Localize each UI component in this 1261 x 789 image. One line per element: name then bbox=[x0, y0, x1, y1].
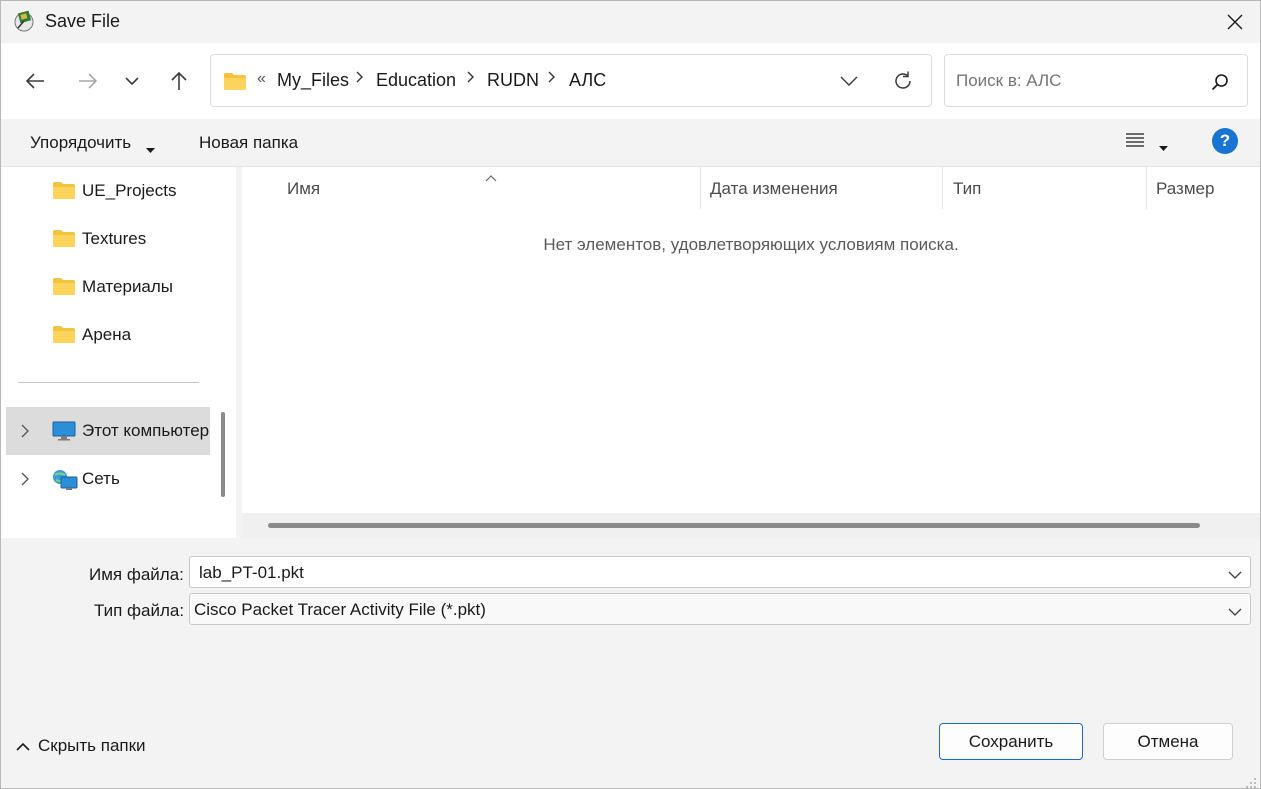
command-bar: Упорядочить Новая папка ? bbox=[1, 119, 1260, 167]
filetype-label: Тип файла: bbox=[94, 601, 185, 620]
chevron-down-icon bbox=[840, 76, 858, 86]
chevron-right-icon[interactable] bbox=[21, 471, 29, 491]
folder-icon bbox=[52, 229, 76, 253]
refresh-icon bbox=[895, 71, 911, 89]
breadcrumb-separator-icon bbox=[548, 70, 556, 89]
column-header-name[interactable]: Имя bbox=[287, 179, 320, 199]
folder-icon bbox=[223, 72, 247, 96]
title-bar: Save File bbox=[1, 1, 1260, 43]
filename-input[interactable]: lab_PT-01.pkt bbox=[199, 563, 304, 583]
close-button[interactable] bbox=[1217, 5, 1253, 39]
computer-icon bbox=[52, 421, 76, 446]
chevron-down-icon[interactable] bbox=[1228, 565, 1242, 585]
sidebar-divider bbox=[18, 382, 199, 383]
sidebar-item-label: Материалы bbox=[82, 277, 174, 296]
network-icon bbox=[52, 469, 78, 496]
caret-down-icon[interactable] bbox=[146, 139, 155, 159]
breadcrumb-item-rudn[interactable]: RUDN bbox=[487, 70, 539, 91]
folder-icon bbox=[52, 181, 76, 205]
column-header-date-modified[interactable]: Дата изменения bbox=[710, 179, 838, 199]
sidebar-item-label: Этот компьютер bbox=[82, 421, 210, 440]
breadcrumb-item-education[interactable]: Education bbox=[376, 70, 456, 91]
sidebar-item-label: Textures bbox=[82, 229, 147, 248]
packet-tracer-app-icon bbox=[13, 9, 37, 33]
empty-list-message: Нет элементов, удовлетворяющих условиям … bbox=[543, 235, 959, 254]
filename-label: Имя файла: bbox=[89, 565, 184, 584]
up-button[interactable] bbox=[163, 65, 195, 97]
breadcrumb-item-current[interactable]: АЛС bbox=[569, 70, 606, 91]
breadcrumb-item-my-files[interactable]: My_Files bbox=[277, 70, 349, 91]
column-header-size[interactable]: Размер bbox=[1156, 179, 1214, 199]
file-list: Имя Дата изменения Тип Размер Нет элемен… bbox=[242, 167, 1260, 538]
arrow-left-icon bbox=[25, 73, 44, 89]
chevron-right-icon[interactable] bbox=[21, 423, 29, 443]
sidebar-item-materials[interactable]: Материалы bbox=[1, 263, 210, 311]
horizontal-scrollbar-thumb[interactable] bbox=[268, 523, 1200, 528]
sidebar-item-ue-projects[interactable]: UE_Projects bbox=[1, 167, 210, 215]
column-header-type[interactable]: Тип bbox=[953, 179, 981, 199]
address-bar[interactable]: « My_Files Education RUDN АЛС bbox=[210, 54, 932, 107]
chevron-down-icon[interactable] bbox=[1228, 602, 1242, 622]
save-file-dialog: Save File « My_Files Education RUDN АЛС … bbox=[0, 0, 1261, 789]
back-button[interactable] bbox=[19, 65, 51, 97]
arrow-up-icon bbox=[171, 71, 187, 90]
search-input[interactable] bbox=[956, 71, 1196, 91]
navigation-pane: UE_Projects Textures Материалы Арена Это… bbox=[1, 167, 236, 538]
caret-down-icon[interactable] bbox=[1159, 137, 1168, 157]
hide-folders-label: Скрыть папки bbox=[38, 736, 146, 755]
sidebar-item-label: Сеть bbox=[82, 469, 120, 488]
new-folder-button[interactable]: Новая папка bbox=[199, 133, 298, 153]
view-options-icon[interactable] bbox=[1125, 131, 1149, 155]
arrow-right-icon bbox=[79, 73, 98, 89]
sidebar-item-label: Арена bbox=[82, 325, 132, 344]
refresh-button[interactable] bbox=[891, 69, 915, 93]
filetype-select[interactable]: Cisco Packet Tracer Activity File (*.pkt… bbox=[189, 593, 1251, 625]
dialog-footer: Скрыть папки Сохранить Отмена bbox=[1, 688, 1260, 788]
resize-grip-icon[interactable] bbox=[1245, 774, 1257, 789]
window-title: Save File bbox=[45, 11, 121, 31]
column-divider[interactable] bbox=[700, 167, 701, 209]
hide-folders-toggle[interactable]: Скрыть папки bbox=[16, 736, 146, 756]
column-divider[interactable] bbox=[1146, 167, 1147, 209]
forward-button[interactable] bbox=[72, 65, 104, 97]
address-history-dropdown[interactable] bbox=[837, 69, 861, 93]
recent-locations-button[interactable] bbox=[116, 65, 148, 97]
sidebar-item-textures[interactable]: Textures bbox=[1, 215, 210, 263]
navigation-bar: « My_Files Education RUDN АЛС bbox=[1, 43, 1260, 119]
sidebar-item-this-pc[interactable]: Этот компьютер bbox=[6, 407, 210, 455]
sidebar-scrollbar[interactable] bbox=[221, 412, 225, 497]
folder-icon bbox=[52, 277, 76, 301]
sidebar-item-label: UE_Projects bbox=[82, 181, 177, 200]
folder-icon bbox=[52, 325, 76, 349]
breadcrumb-separator-icon bbox=[467, 70, 475, 89]
search-icon[interactable] bbox=[1208, 70, 1232, 94]
search-box[interactable] bbox=[944, 54, 1248, 107]
organize-menu-button[interactable]: Упорядочить bbox=[30, 133, 131, 153]
sort-ascending-icon bbox=[485, 167, 497, 187]
close-icon bbox=[1227, 14, 1243, 30]
breadcrumb-separator-icon bbox=[356, 70, 364, 89]
cancel-button[interactable]: Отмена bbox=[1103, 723, 1233, 760]
column-divider[interactable] bbox=[942, 167, 943, 209]
chevron-up-icon bbox=[16, 742, 30, 751]
save-form: Имя файла: lab_PT-01.pkt Тип файла: Cisc… bbox=[1, 538, 1260, 688]
sidebar-item-arena[interactable]: Арена bbox=[1, 311, 210, 359]
help-icon[interactable]: ? bbox=[1212, 128, 1238, 154]
breadcrumb-overflow[interactable]: « bbox=[257, 70, 266, 88]
filename-combobox[interactable]: lab_PT-01.pkt bbox=[189, 556, 1251, 588]
filetype-value: Cisco Packet Tracer Activity File (*.pkt… bbox=[194, 600, 486, 619]
sidebar-item-network[interactable]: Сеть bbox=[1, 455, 210, 503]
save-button[interactable]: Сохранить bbox=[939, 723, 1083, 760]
chevron-down-icon bbox=[125, 77, 139, 86]
